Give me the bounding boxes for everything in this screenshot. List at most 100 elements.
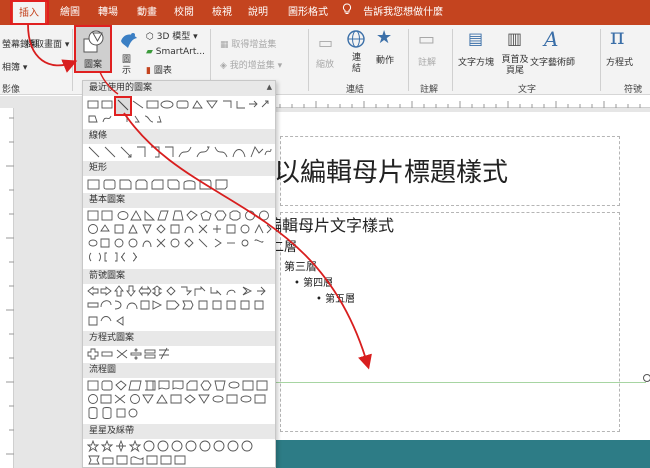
header-footer-button[interactable]: ▥ 頁首及頁尾 [499, 29, 531, 79]
chart-button[interactable]: ▮ 圖表 [146, 63, 172, 76]
comment-icon: ▭ [418, 29, 436, 50]
shapes-button[interactable]: 圖案 [74, 25, 112, 73]
comments-group-label: 註解 [420, 85, 439, 95]
comment-label: 註解 [418, 58, 437, 68]
link-label: 連結 [352, 53, 362, 74]
section-equation-shapes: 方程式圖案 [83, 331, 275, 346]
media-group-label: 影像 [2, 85, 21, 95]
lines-row [87, 145, 273, 159]
ribbon-tab-bar: 插入 繪圖 轉場 動畫 校閱 檢視 說明 圖形格式 告訴我您想做什麼 [0, 0, 650, 26]
shapes-label: 圖案 [83, 60, 102, 70]
get-addins-button[interactable]: ▦ 取得增益集 [220, 37, 276, 50]
tab-draw[interactable]: 繪圖 [52, 0, 88, 25]
zoom-button[interactable]: ▭ 縮放 [314, 31, 340, 77]
wordart-label: 文字藝術師 [530, 58, 576, 68]
text-level-4-label: 第四層 [303, 278, 334, 289]
globe-icon [346, 29, 366, 52]
section-flowchart: 流程圖 [83, 363, 275, 378]
text-group-label: 文字 [518, 85, 537, 95]
group-divider [452, 29, 453, 91]
footer-color-bar [276, 440, 650, 468]
flowchart-rows [87, 379, 273, 419]
smartart-icon: ▰ [146, 47, 153, 57]
tab-shape-format[interactable]: 圖形格式 [282, 0, 334, 25]
smartart-label: SmartArt... [155, 47, 205, 57]
album-label: 相簿 [2, 63, 21, 73]
star-action-icon: ★ [376, 27, 393, 48]
store-icon: ▦ [220, 40, 229, 50]
group-divider [600, 29, 601, 91]
textbox-label: 文字方塊 [458, 58, 495, 68]
wordart-icon: A [544, 27, 559, 51]
shapes-gallery[interactable]: 最近使用的圖案 ▲ 線條 矩形 基本圖案 箭號圖案 方程式圖案 流程圖 星星及綵… [82, 80, 276, 468]
link-button[interactable]: 連結 [346, 27, 368, 77]
equation-label: 方程式 [606, 58, 634, 68]
zoom-icon: ▭ [318, 33, 334, 52]
text-level-3: 第三層 [284, 260, 317, 273]
section-stars-banners: 星星及綵帶 [83, 424, 275, 439]
addins-icon: ◈ [220, 61, 227, 71]
get-addins-label: 取得增益集 [231, 40, 277, 50]
lightbulb-icon [342, 0, 354, 26]
slide-master-canvas[interactable]: 按一下以編輯母片標題樣式 編輯母片文字樣式 第二層 第三層 • 第四層 • 第五… [196, 112, 650, 468]
block-arrows-rows [87, 285, 273, 326]
drawn-line-shape[interactable] [276, 382, 646, 383]
wordart-button[interactable]: A 文字藝術師 [530, 27, 576, 79]
equation-button[interactable]: π 方程式 [606, 25, 646, 77]
tab-help[interactable]: 說明 [240, 0, 276, 25]
bullet-icon: • [294, 278, 300, 289]
section-block-arrows: 箭號圖案 [83, 269, 275, 284]
3d-models-button[interactable]: ⬡ 3D 模型 ▾ [146, 29, 198, 42]
equation-shapes-row [87, 347, 273, 361]
group-divider [72, 29, 73, 91]
tab-view[interactable]: 檢視 [204, 0, 240, 25]
3d-models-label: 3D 模型 [156, 32, 191, 42]
screen-capture-button[interactable]: 擷取畫面 ▾ [26, 37, 69, 50]
vertical-ruler [0, 108, 14, 468]
header-footer-label: 頁首及頁尾 [501, 55, 529, 76]
resize-handle[interactable] [643, 374, 650, 382]
group-divider [308, 29, 309, 91]
group-divider [408, 29, 409, 91]
textbox-button[interactable]: ▤ 文字方塊 [458, 29, 496, 79]
header-footer-icon: ▥ [507, 29, 523, 48]
rectangles-row [87, 178, 273, 192]
tab-insert[interactable]: 插入 [11, 0, 47, 26]
tell-me-search[interactable]: 告訴我您想做什麼 [342, 0, 443, 25]
bullet-icon: • [316, 294, 322, 305]
scroll-up-icon[interactable]: ▲ [267, 83, 272, 91]
shapes-icon [83, 30, 105, 57]
action-label: 動作 [376, 56, 395, 66]
horizontal-ruler [276, 96, 650, 108]
text-level-5-label: 第五層 [325, 294, 356, 305]
icons-icon [118, 29, 140, 54]
icons-label: 圖示 [122, 55, 132, 76]
pi-icon: π [610, 25, 625, 50]
section-lines: 線條 [83, 129, 275, 144]
tell-me-text: 告訴我您想做什麼 [363, 7, 444, 18]
links-group-label: 連結 [346, 85, 365, 95]
tab-review[interactable]: 校閱 [166, 0, 202, 25]
text-level-5: • 第五層 [316, 290, 355, 305]
recent-shapes-row [87, 98, 273, 123]
album-button[interactable]: 相簿 ▾ [2, 60, 27, 73]
cube-icon: ⬡ [146, 32, 154, 42]
text-level-1: 編輯母片文字樣式 [266, 216, 395, 235]
icons-button[interactable]: 圖示 [116, 27, 140, 77]
my-addins-button[interactable]: ◈ 我的增益集 ▾ [220, 58, 282, 71]
textbox-icon: ▤ [468, 29, 484, 48]
my-addins-label: 我的增益集 [229, 61, 275, 71]
chart-label: 圖表 [153, 66, 172, 76]
text-level-4: • 第四層 [294, 274, 333, 289]
smartart-button[interactable]: ▰ SmartArt... [146, 47, 205, 57]
basic-shapes-rows [87, 209, 273, 262]
zoom-label: 縮放 [316, 60, 335, 70]
section-basic-shapes: 基本圖案 [83, 193, 275, 208]
section-recent-shapes: 最近使用的圖案 [83, 81, 275, 96]
tab-animations[interactable]: 動畫 [129, 0, 165, 25]
tab-transitions[interactable]: 轉場 [90, 0, 126, 25]
recent-line-shape-highlight[interactable] [114, 96, 132, 116]
body-placeholder[interactable] [280, 212, 620, 432]
comment-button[interactable]: ▭ 註解 [416, 29, 442, 75]
action-button[interactable]: ★ 動作 [374, 27, 398, 73]
